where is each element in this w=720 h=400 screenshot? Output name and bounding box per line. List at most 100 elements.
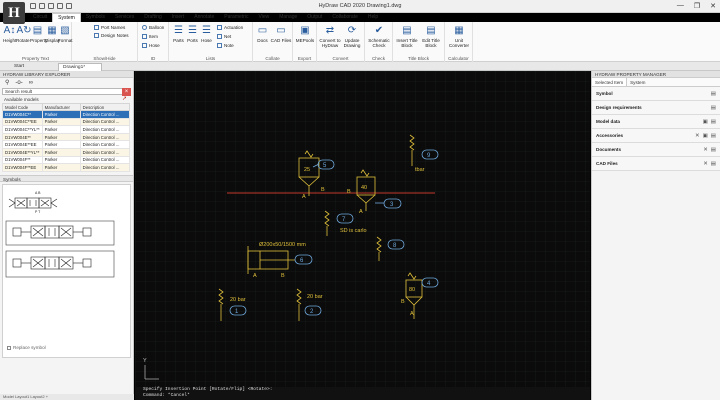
search-input[interactable]: Search result × bbox=[2, 88, 131, 96]
document-tabs: Start Drawing1* bbox=[0, 62, 720, 71]
section-icons: ✕ ▤ bbox=[703, 143, 716, 157]
close-button[interactable]: ✕ bbox=[710, 2, 716, 10]
tab-output[interactable]: Output bbox=[302, 13, 327, 22]
valve-symbol-1[interactable]: A B P T bbox=[8, 191, 58, 214]
schematic-svg: 25 A B 40 B A tbar SD is carlo Ø200x50/1… bbox=[135, 71, 590, 387]
port-names-toggle[interactable]: Port Names bbox=[94, 25, 125, 31]
tab-circuit[interactable]: Circuit bbox=[28, 13, 52, 22]
section-documents-label: Documents bbox=[596, 147, 622, 152]
section-accessories[interactable]: Accessories ✕ ▣ ▤ bbox=[592, 129, 720, 143]
title-bar: HyDraw CAD 2020 Drawing1.dwg — ❐ ✕ bbox=[0, 0, 720, 13]
cell-model-code: D1VW004E**EE bbox=[2, 140, 43, 149]
close-icon[interactable]: ✕ bbox=[695, 129, 700, 143]
section-design-requirements[interactable]: Design requirements ▤ bbox=[592, 101, 720, 115]
tab-start[interactable]: Start bbox=[10, 63, 28, 71]
docs-button[interactable]: ▭ Docs bbox=[255, 25, 270, 43]
section-documents[interactable]: Documents ✕ ▤ bbox=[592, 143, 720, 157]
close-icon[interactable]: ✕ bbox=[703, 157, 708, 171]
column-model-code[interactable]: Model Code bbox=[2, 103, 43, 111]
valve-symbol-3[interactable] bbox=[5, 250, 115, 278]
mepools-button[interactable]: ▣ MEPools bbox=[295, 25, 315, 43]
section-symbol-label: Symbol bbox=[596, 91, 613, 96]
edit-icon[interactable]: ▤ bbox=[711, 101, 716, 115]
column-manufacturer[interactable]: Manufacturer bbox=[41, 103, 81, 111]
convert-to-hydraw-button[interactable]: ⇄ Convert to HyDraw bbox=[319, 25, 341, 48]
edit-title-block-icon: ▤ bbox=[426, 25, 436, 36]
display-button[interactable]: ▦ Display bbox=[45, 25, 60, 43]
insert-title-block-button[interactable]: ▤ Insert Title Block bbox=[395, 25, 419, 48]
parts-button[interactable]: ☰ Parts bbox=[172, 25, 185, 43]
save-icon[interactable]: ▣ bbox=[703, 129, 708, 143]
note-label: Note bbox=[224, 43, 234, 48]
table-row[interactable]: D1VW004F**EE Parker Direction Control ... bbox=[2, 163, 131, 172]
property-button[interactable]: ▤ Property bbox=[30, 25, 47, 43]
link-icon[interactable]: ∞ bbox=[29, 80, 33, 86]
tab-collaborate[interactable]: Collaborate bbox=[327, 13, 363, 22]
section-model-data[interactable]: Model data ▣ ▤ bbox=[592, 115, 720, 129]
replace-symbol-checkbox[interactable]: Replace symbol bbox=[7, 345, 46, 350]
schematic-check-button[interactable]: ✔ Schematic Check bbox=[367, 25, 391, 48]
save-icon[interactable]: ▣ bbox=[703, 115, 708, 129]
ports-list-icon: ☰ bbox=[188, 25, 197, 36]
table-row[interactable]: D1VW004C**EE Parker Direction Control ... bbox=[2, 117, 131, 127]
tab-parametric[interactable]: Parametric bbox=[219, 13, 253, 22]
net-button[interactable]: Net bbox=[217, 34, 231, 40]
pin-icon[interactable]: ▤ bbox=[711, 87, 716, 101]
tab-symbols[interactable]: Symbols bbox=[81, 13, 110, 22]
height-button[interactable]: A↕ Height bbox=[3, 25, 16, 43]
note-button[interactable]: Note bbox=[217, 43, 234, 49]
command-line[interactable]: Specify Insertion Point [Rotate/Flip] <R… bbox=[135, 387, 590, 400]
table-row[interactable]: D1VW004F** Parker Direction Control ... bbox=[2, 155, 131, 165]
cad-files-button[interactable]: ▭ CAD Files bbox=[270, 25, 292, 43]
export-icon[interactable]: ▤ bbox=[711, 115, 716, 129]
tab-services[interactable]: Services bbox=[110, 13, 139, 22]
tab-system-props[interactable]: System bbox=[627, 78, 648, 86]
export-icon[interactable]: ▤ bbox=[711, 157, 716, 171]
symbols-preview: A B P T Replace symbol bbox=[2, 183, 131, 358]
update-drawing-button[interactable]: ⟳ Update Drawing bbox=[341, 25, 363, 48]
table-row[interactable]: D1VW004C**YL** Parker Direction Control ..… bbox=[2, 125, 131, 134]
format-button[interactable]: ▧ Format bbox=[58, 25, 73, 43]
table-row[interactable]: D1VW004E**EE Parker Direction Control ... bbox=[2, 140, 131, 149]
rotate-button[interactable]: A↻ Rotate bbox=[16, 25, 32, 43]
update-drawing-icon: ⟳ bbox=[347, 25, 357, 36]
section-cad-files[interactable]: CAD Files ✕ ▤ bbox=[592, 157, 720, 171]
valve-symbol-2[interactable] bbox=[5, 220, 115, 246]
drawing-canvas[interactable]: 25 A B 40 B A tbar SD is carlo Ø200x50/1… bbox=[135, 71, 590, 387]
table-row[interactable]: D1VW004C** Parker Direction Control ... bbox=[2, 110, 131, 119]
table-row[interactable]: D1VW004E**YL** Parker Direction Control ..… bbox=[2, 147, 131, 157]
edit-title-block-button[interactable]: ▤ Edit Title Block bbox=[419, 25, 443, 48]
tab-drafting[interactable]: Drafting bbox=[139, 13, 167, 22]
table-row[interactable]: D1VW004E** Parker Direction Control ... bbox=[2, 132, 131, 142]
connector-icon[interactable]: -o- bbox=[15, 80, 22, 86]
search-clear-button[interactable]: × bbox=[122, 88, 131, 96]
design-notes-toggle[interactable]: Design Notes bbox=[94, 33, 129, 39]
tab-help[interactable]: Help bbox=[363, 13, 383, 22]
port-a-label: A bbox=[253, 273, 257, 279]
hose-list-button[interactable]: ☰ Hose bbox=[200, 25, 213, 43]
filter-icon[interactable]: ⚲ bbox=[5, 79, 9, 86]
tab-selected-item[interactable]: Selected Item bbox=[592, 78, 628, 86]
hose-id-button[interactable]: Hose bbox=[142, 43, 160, 49]
app-logo[interactable]: H bbox=[3, 2, 25, 24]
column-description[interactable]: Description bbox=[79, 103, 131, 111]
tab-drawing1[interactable]: Drawing1* bbox=[58, 63, 102, 71]
tab-insert[interactable]: Insert bbox=[167, 13, 190, 22]
item-button[interactable]: Item bbox=[142, 34, 158, 40]
tab-system[interactable]: System bbox=[52, 13, 81, 22]
minimize-button[interactable]: — bbox=[677, 2, 684, 10]
section-icons: ▤ bbox=[711, 87, 716, 101]
svg-text:A B: A B bbox=[35, 191, 41, 195]
section-symbol[interactable]: Symbol ▤ bbox=[592, 87, 720, 101]
close-icon[interactable]: ✕ bbox=[703, 143, 708, 157]
unit-converter-button[interactable]: ▦ Unit Converter bbox=[447, 25, 471, 48]
export-icon[interactable]: ▤ bbox=[711, 129, 716, 143]
tab-view[interactable]: View bbox=[253, 13, 274, 22]
export-icon[interactable]: ▤ bbox=[711, 143, 716, 157]
maximize-button[interactable]: ❐ bbox=[694, 2, 700, 10]
actuation-button[interactable]: Actuation bbox=[217, 25, 243, 31]
balloon-button[interactable]: Balloon bbox=[142, 25, 164, 31]
tab-annotate[interactable]: Annotate bbox=[189, 13, 219, 22]
ports-button[interactable]: ☰ Ports bbox=[186, 25, 199, 43]
tab-manage[interactable]: Manage bbox=[274, 13, 302, 22]
